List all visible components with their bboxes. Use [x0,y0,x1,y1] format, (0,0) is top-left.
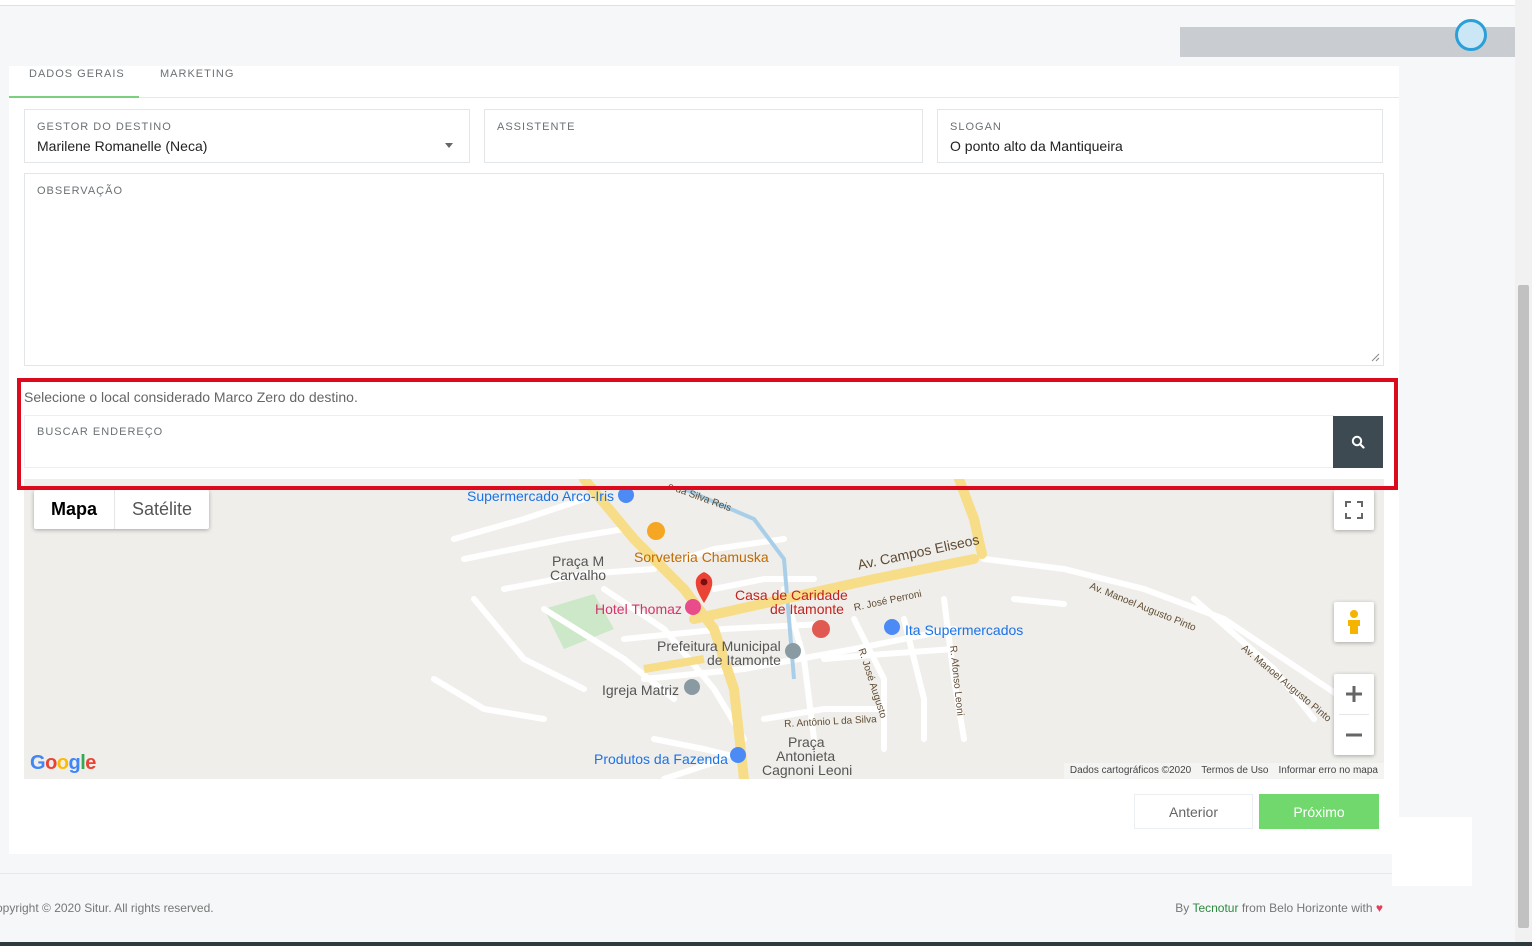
place-label[interactable]: Sorveteria Chamuska [634,549,769,565]
address-search-label: BUSCAR ENDEREÇO [37,426,164,438]
observacao-textarea[interactable]: OBSERVAÇÃO [24,173,1384,366]
zoom-control [1334,674,1374,755]
map-base [24,479,1384,779]
credit-from: from Belo Horizonte with [1241,901,1373,915]
heart-icon: ♥ [1375,901,1383,915]
marco-zero-hint: Selecione o local considerado Marco Zero… [24,389,358,405]
credit-by: By [1175,901,1190,915]
zoom-out-button[interactable] [1334,715,1374,755]
map-type-satellite-button[interactable]: Satélite [114,490,209,529]
place-label[interactable]: de Itamonte [770,601,844,617]
address-search-input[interactable]: BUSCAR ENDEREÇO [24,415,1334,468]
place-label: Carvalho [550,567,607,583]
overlay-panel [1392,817,1472,886]
assistente-label: ASSISTENTE [497,121,576,133]
tab-bar: DADOS GERAIS MARKETING [9,66,1399,98]
bottom-strip [0,942,1532,946]
brand-link[interactable]: Tecnotur [1192,901,1238,915]
gestor-label: GESTOR DO DESTINO [37,121,172,133]
tab-marketing[interactable]: MARKETING [139,66,259,98]
map-type-map-button[interactable]: Mapa [34,490,114,529]
map-data-credit: Dados cartográficos ©2020 [1069,765,1192,776]
resize-handle-icon[interactable] [1370,352,1380,362]
place-label[interactable]: Igreja Matriz [602,682,679,698]
terms-link[interactable]: Termos de Uso [1201,765,1268,777]
gestor-value: Marilene Romanelle (Neca) [37,138,208,154]
slogan-label: SLOGAN [950,121,1002,133]
place-label[interactable]: Produtos da Fazenda [594,751,728,767]
credit-text: By Tecnotur from Belo Horizonte with ♥ [1175,901,1383,915]
top-bar [0,0,1532,6]
search-button[interactable] [1333,416,1383,468]
footer-divider [0,873,1392,874]
fullscreen-icon [1345,501,1363,519]
observacao-label: OBSERVAÇÃO [37,185,124,197]
place-label[interactable]: Supermercado Arco-Iris [467,488,614,504]
slogan-value: O ponto alto da Mantiqueira [950,138,1123,154]
slogan-field[interactable]: SLOGAN O ponto alto da Mantiqueira [937,109,1383,163]
minus-icon [1346,733,1362,737]
place-label[interactable]: de Itamonte [707,652,781,668]
previous-button[interactable]: Anterior [1134,794,1253,829]
scrollbar-thumb[interactable] [1518,285,1529,928]
copyright-text: opyright © 2020 Situr. All rights reserv… [0,901,214,915]
chevron-down-icon [445,143,453,148]
place-label: Cagnoni Leoni [762,762,853,778]
zoom-in-button[interactable] [1334,674,1374,714]
pegman-icon [1348,610,1360,634]
next-button[interactable]: Próximo [1259,794,1379,829]
map-type-control: Mapa Satélite [34,490,210,529]
search-icon [1351,435,1365,449]
map-view[interactable]: Mapa Satélite Supermercado Arco-Iris Sor… [24,479,1384,779]
place-label[interactable]: Hotel Thomaz [595,601,682,617]
tab-dados-gerais[interactable]: DADOS GERAIS [9,66,139,98]
assistente-field[interactable]: ASSISTENTE [484,109,923,163]
report-error-link[interactable]: Informar erro no mapa [1279,765,1379,777]
gestor-select[interactable]: GESTOR DO DESTINO Marilene Romanelle (Ne… [24,109,470,163]
street-view-button[interactable] [1334,602,1374,642]
plus-icon [1346,686,1362,702]
fullscreen-button[interactable] [1334,490,1374,530]
user-avatar-icon[interactable] [1455,19,1487,51]
place-label[interactable]: Ita Supermercados [905,622,1023,638]
google-logo: Google [30,752,96,774]
map-attribution: Dados cartográficos ©2020 Termos de Uso … [1063,763,1384,779]
